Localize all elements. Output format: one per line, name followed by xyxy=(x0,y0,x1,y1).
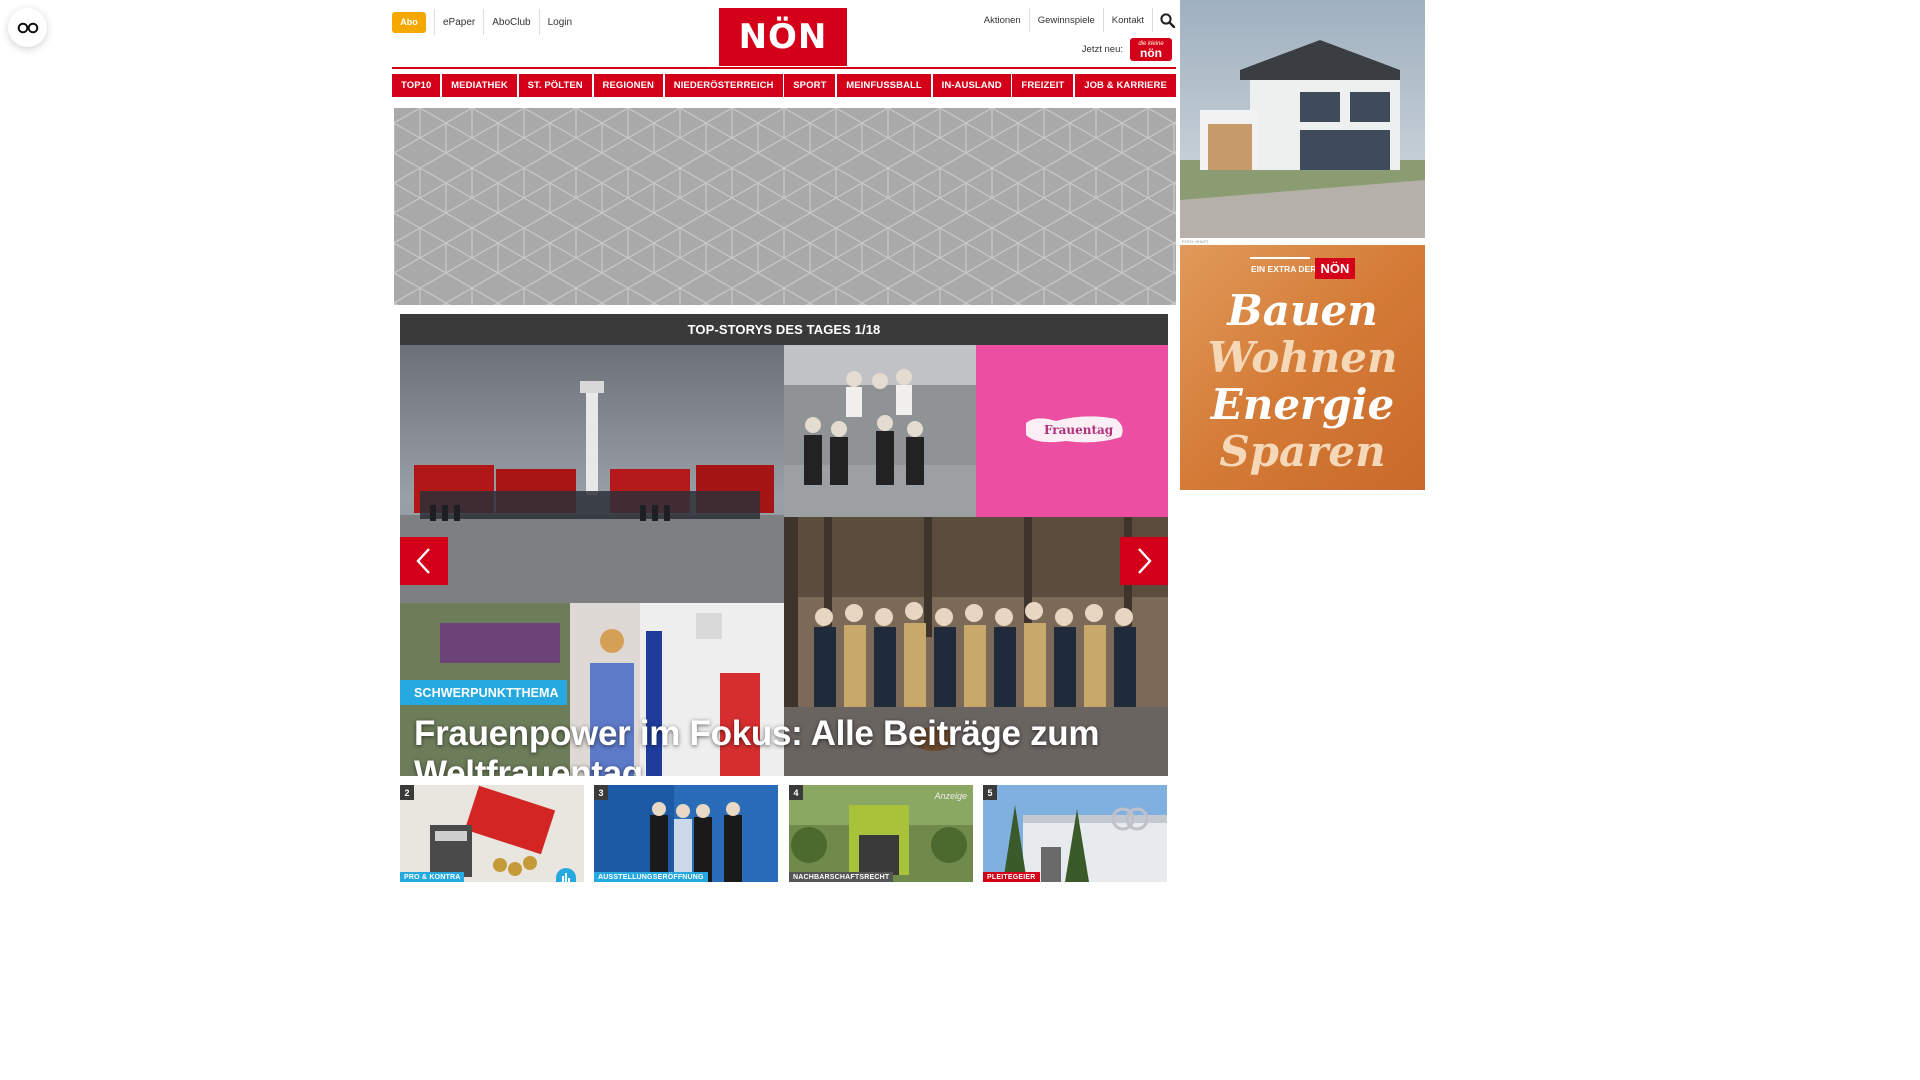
chart-icon xyxy=(562,873,570,882)
ad-word-sparen: Sparen xyxy=(1219,427,1386,476)
extra-divider xyxy=(1250,257,1310,259)
teaser-card-4[interactable]: 4 Anzeige NACHBARSCHAFTSRECHT xyxy=(789,785,973,882)
site-logo[interactable]: NÖN xyxy=(719,8,847,66)
photo-credit: FOTO: SHUTT xyxy=(1182,239,1209,244)
teaser-tag: NACHBARSCHAFTSRECHT xyxy=(789,872,894,882)
kleine-noen-text: nön xyxy=(1140,45,1162,60)
kontakt-link[interactable]: Kontakt xyxy=(1104,8,1152,32)
ad-word-energie: Energie xyxy=(1210,380,1395,429)
slider-prev-button[interactable] xyxy=(400,537,448,585)
firefighters-image xyxy=(400,345,784,603)
story-image-workshop-group[interactable] xyxy=(784,345,976,517)
sidebar-ad-house[interactable] xyxy=(1180,0,1425,238)
top-left-links: Abo ePaper AboClub Login xyxy=(392,9,580,35)
teaser-tag: PLEITEGEIER xyxy=(983,872,1040,882)
teaser-number: 5 xyxy=(983,785,997,800)
teaser-tag: AUSSTELLUNGSERÖFFNUNG xyxy=(594,872,708,882)
top-stories-slider: TOP-STORYS DES TAGES 1/18 Frauentag SCHW… xyxy=(400,314,1168,776)
login-link[interactable]: Login xyxy=(538,9,580,35)
ad-banner-placeholder[interactable] xyxy=(394,108,1176,305)
hex-pattern xyxy=(394,108,1176,305)
sidebar-ad-bauen-wohnen[interactable]: EIN EXTRA DER NÖN Bauen Wohnen Energie S… xyxy=(1180,245,1425,490)
workshop-group-image xyxy=(784,345,976,517)
extra-logo: NÖN xyxy=(1315,258,1355,279)
teaser-number: 2 xyxy=(400,785,414,800)
reader-mode-button[interactable] xyxy=(8,8,47,47)
abo-button[interactable]: Abo xyxy=(392,11,426,33)
header-divider xyxy=(392,67,1176,69)
teaser-image-steuern xyxy=(400,785,584,882)
teaser-number: 4 xyxy=(789,785,803,800)
site-header: Abo ePaper AboClub Login NÖN Aktionen Ge… xyxy=(392,0,1176,70)
story-image-firefighters[interactable] xyxy=(400,345,784,603)
search-icon xyxy=(1160,12,1175,28)
teaser-ad-label: Anzeige xyxy=(934,791,967,801)
nav-item-job-karriere[interactable]: JOB & KARRIERE xyxy=(1075,74,1176,97)
teaser-row: 2 PRO & KONTRA 3 AUSSTELLUNGSERÖFFNUNG 4… xyxy=(400,785,1168,882)
chevron-right-icon xyxy=(1138,548,1152,574)
teaser-card-5[interactable]: 5 PLEITEGEIER xyxy=(983,785,1167,882)
ad-word-bauen: Bauen xyxy=(1227,286,1378,335)
story-headline[interactable]: Frauenpower im Fokus: Alle Beiträge zum … xyxy=(414,714,1154,776)
aktionen-link[interactable]: Aktionen xyxy=(976,8,1030,32)
story-tag[interactable]: SCHWERPUNKTTHEMA xyxy=(400,680,567,705)
nav-item-niederoesterreich[interactable]: NIEDERÖSTERREICH xyxy=(664,74,783,97)
gewinnspiele-link[interactable]: Gewinnspiele xyxy=(1030,8,1104,32)
teaser-card-3[interactable]: 3 AUSSTELLUNGSERÖFFNUNG xyxy=(594,785,778,882)
poll-badge xyxy=(556,868,576,882)
nav-item-freizeit[interactable]: FREIZEIT xyxy=(1012,74,1074,97)
kleine-noen-badge[interactable]: die kleine nön xyxy=(1130,38,1172,61)
aboclub-link[interactable]: AboClub xyxy=(483,9,538,35)
chevron-left-icon xyxy=(416,548,430,574)
main-navigation: TOP10 MEDIATHEK ST. PÖLTEN REGIONEN NIED… xyxy=(392,74,1176,97)
nav-item-mediathek[interactable]: MEDIATHEK xyxy=(442,74,517,97)
story-image-frauentag[interactable]: Frauentag xyxy=(976,345,1168,517)
jetzt-neu-label: Jetzt neu: xyxy=(1081,44,1123,55)
teaser-number: 3 xyxy=(594,785,608,800)
top-right-links: Aktionen Gewinnspiele Kontakt xyxy=(976,8,1176,32)
top-stories-title: TOP-STORYS DES TAGES 1/18 xyxy=(400,314,1168,345)
nav-item-meinfussball[interactable]: MEINFUSSBALL xyxy=(837,74,931,97)
nav-item-in-ausland[interactable]: IN-AUSLAND xyxy=(932,74,1011,97)
teaser-image-ausstellung xyxy=(594,785,778,882)
nav-item-top10[interactable]: TOP10 xyxy=(392,74,441,97)
extra-label: EIN EXTRA DER xyxy=(1251,264,1317,274)
frauentag-label: Frauentag xyxy=(1044,423,1114,437)
nav-item-regionen[interactable]: REGIONEN xyxy=(593,74,663,97)
jetzt-neu: Jetzt neu: die kleine nön xyxy=(1082,38,1172,61)
ad-word-wohnen: Wohnen xyxy=(1207,333,1398,382)
teaser-image-pleite xyxy=(983,785,1167,882)
epaper-link[interactable]: ePaper xyxy=(434,9,483,35)
nav-item-st-poelten[interactable]: ST. PÖLTEN xyxy=(518,74,592,97)
teaser-card-2[interactable]: 2 PRO & KONTRA xyxy=(400,785,584,882)
top-stories-collage[interactable]: Frauentag SCHWERPUNKTTHEMA Frauenpower i… xyxy=(400,345,1168,776)
glasses-icon xyxy=(17,22,38,33)
search-button[interactable] xyxy=(1152,8,1176,32)
house-image xyxy=(1180,0,1425,238)
nav-item-sport[interactable]: SPORT xyxy=(784,74,836,97)
teaser-tag: PRO & KONTRA xyxy=(400,872,465,882)
slider-next-button[interactable] xyxy=(1120,537,1168,585)
